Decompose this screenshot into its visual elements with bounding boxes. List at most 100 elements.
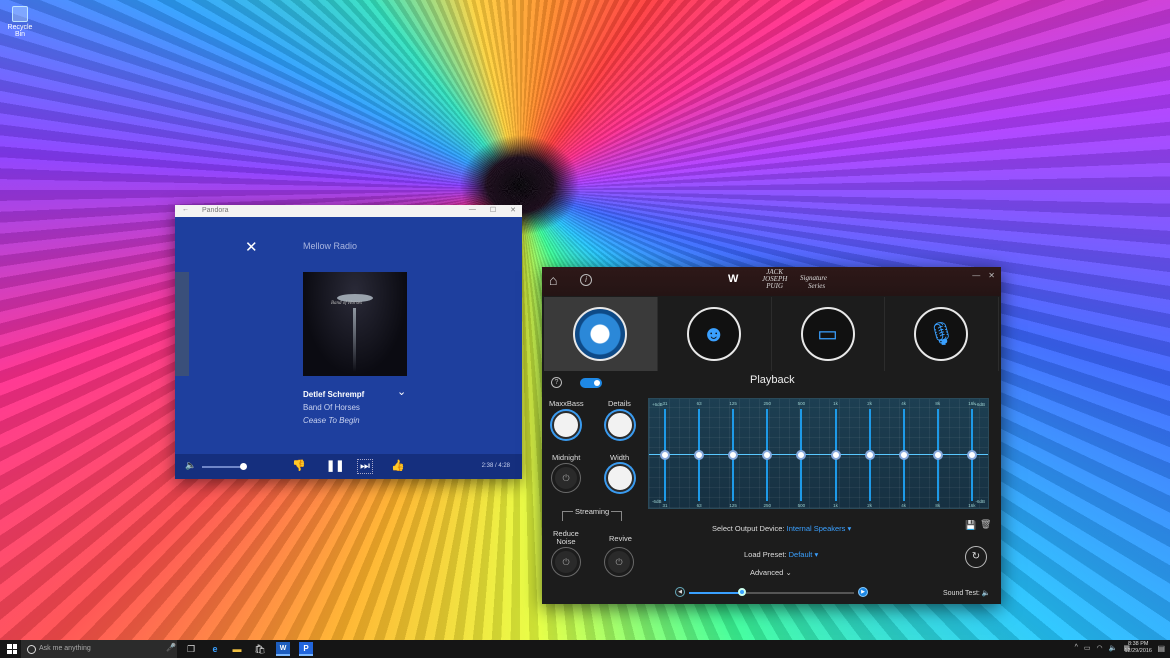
eq-band-63[interactable]: 63 63 [683,399,715,508]
preset-select[interactable]: Default [789,550,813,559]
waves-logo: W [728,273,739,285]
recycle-bin-label: Recycle Bin [7,24,33,38]
battery-icon[interactable]: ▭ [1084,644,1091,652]
edge-icon[interactable]: e [208,642,222,656]
eq-band-250[interactable]: 250 250 [751,399,783,508]
eq-band-handle[interactable] [898,450,909,460]
eq-band-label-bottom: 2k [867,503,872,508]
eq-band-label-top: 31 [662,401,668,406]
mode-laptop[interactable]: ▭ [772,297,886,371]
maxxbass-knob[interactable] [552,411,580,439]
trash-icon[interactable]: 🗑 [980,519,991,530]
recycle-bin[interactable]: Recycle Bin [4,6,36,38]
back-icon[interactable]: ← [182,206,189,213]
eq-band-handle[interactable] [830,450,841,460]
album-art-reflection [353,308,356,372]
master-volume-knob[interactable] [737,588,746,596]
laptop-icon: ▭ [800,307,855,361]
preset-row[interactable]: Load Preset: Default ▾ [744,550,818,559]
previous-track-art[interactable] [175,272,189,376]
waves-taskbar-icon[interactable]: W [276,642,290,656]
eq-band-handle[interactable] [932,450,943,460]
eq-band-4k[interactable]: 4k 4k [888,399,920,508]
details-label: Details [608,399,631,408]
eq-band-handle[interactable] [660,450,670,460]
minimize-icon[interactable]: — [972,271,980,280]
eq-band-31[interactable]: 31 31 [649,399,681,508]
microphone-icon: 🎙 [914,307,969,361]
close-icon[interactable]: ✕ [510,206,516,214]
maximize-icon[interactable]: ☐ [490,206,496,214]
mode-tabs: ☻ ▭ 🎙 [544,297,999,371]
revive-knob[interactable] [605,548,633,576]
advanced-toggle[interactable]: Advanced ⌄ [750,568,792,577]
task-view-icon[interactable]: ❐ [184,642,198,656]
eq-band-8k[interactable]: 8k 8k [922,399,954,508]
eq-band-handle[interactable] [864,450,875,460]
notifications-icon[interactable]: ▤ [1157,644,1165,653]
recycle-bin-icon [12,6,28,22]
eq-band-handle[interactable] [966,450,977,460]
thumbs-down-icon[interactable]: 👎 [292,459,306,472]
maxxaudio-window: ⌂ i W JACK JOSEPH PUIG Signature Series … [542,267,1001,604]
signature-series: Signature Series [800,274,827,290]
chevron-down-icon[interactable]: ▾ [848,524,852,533]
clock[interactable]: 8:38 PM 12/29/2016 [1124,641,1152,655]
eq-band-handle[interactable] [728,450,739,460]
close-icon[interactable]: ✕ [988,271,995,280]
volume-icon[interactable]: 🔈 [1109,644,1118,652]
pandora-taskbar-icon[interactable]: P [299,642,313,656]
output-device-row[interactable]: Select Output Device: Internal Speakers … [712,524,851,533]
eq-band-1k[interactable]: 1k 1k [820,399,852,508]
eq-band-2k[interactable]: 2k 2k [854,399,886,508]
store-icon[interactable]: 🛍 [253,642,267,656]
eq-band-16k[interactable]: 16k 16k [956,399,988,508]
thumbs-up-icon[interactable]: 👍 [391,459,405,472]
eq-band-handle[interactable] [762,450,773,460]
mode-headphones[interactable]: ☻ [658,297,772,371]
equalizer[interactable]: +6dB -6dB +6dB -6dB 31 31 63 63 125 125 250 250… [648,398,989,509]
jjp-line: PUIG [766,282,783,290]
reduce-noise-knob[interactable] [552,548,580,576]
reset-icon[interactable]: ↻ [965,546,987,568]
home-icon[interactable]: ⌂ [549,272,557,288]
wifi-icon[interactable]: ◠ [1097,644,1103,652]
eq-band-handle[interactable] [796,450,807,460]
windows-start-icon[interactable] [7,644,17,654]
skip-icon[interactable]: ⏭ [357,459,373,474]
chevron-up-icon[interactable]: ^ [1075,644,1078,652]
volume-icon[interactable]: 🔈 [185,460,196,471]
details-knob[interactable] [606,411,634,439]
close-now-playing-icon[interactable]: ✕ [245,238,258,256]
eq-band-label-top: 8k [935,401,941,406]
mode-microphone[interactable]: 🎙 [885,297,999,371]
width-knob[interactable] [606,464,634,492]
sound-test[interactable]: Sound Test: 🔈 [943,589,991,597]
microphone-icon[interactable]: 🎤 [166,643,176,652]
eq-band-500[interactable]: 500 500 [785,399,817,508]
volume-knob[interactable] [240,463,247,470]
cortana-search[interactable]: Ask me anything [21,640,177,658]
clock-time: 8:38 PM [1127,641,1149,647]
eq-band-125[interactable]: 125 125 [717,399,749,508]
chevron-down-icon[interactable]: ⌄ [397,385,406,398]
info-icon[interactable]: i [580,274,592,286]
maxx-enable-toggle[interactable] [580,378,602,388]
eq-band-handle[interactable] [694,450,705,460]
file-explorer-icon[interactable]: ▬ [230,642,244,656]
pause-icon[interactable]: ❚❚ [326,459,344,472]
midnight-knob[interactable] [552,464,580,492]
eq-band-label-top: 500 [797,401,806,406]
eq-band-label-top: 1k [833,401,838,406]
mode-speaker[interactable] [544,297,658,371]
save-icon[interactable]: 💾 [965,520,976,531]
eq-band-label-bottom: 4k [901,503,907,508]
chevron-down-icon[interactable]: ▾ [814,550,818,559]
volume-up-icon[interactable]: ▶ [858,587,868,597]
taskbar: Ask me anything 🎤 ❐ e ▬ 🛍 W P ^ ▭ ◠ 🔈 ▦ … [0,640,1170,658]
streaming-label: Streaming [573,507,612,516]
help-icon[interactable]: ? [551,377,562,388]
output-device-select[interactable]: Internal Speakers [787,524,846,533]
minimize-icon[interactable]: — [469,206,476,214]
volume-down-icon[interactable]: ◀ [675,587,685,597]
